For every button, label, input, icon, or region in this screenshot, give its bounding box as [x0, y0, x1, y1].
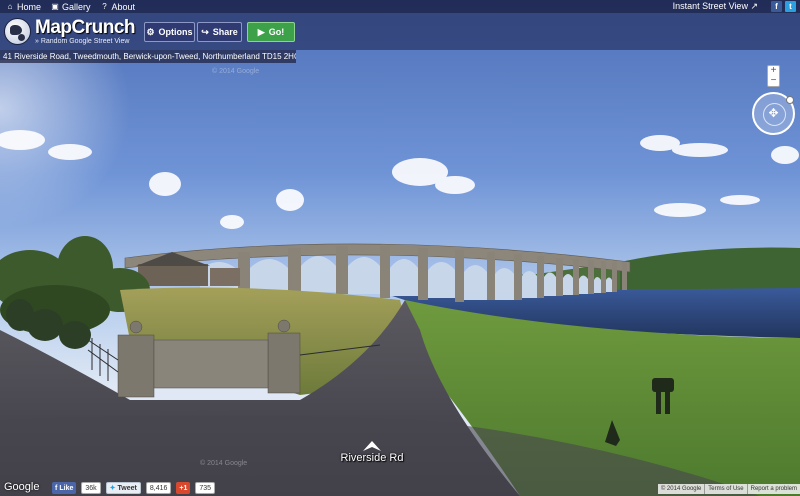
instant-street-view-link[interactable]: Instant Street View ↗ [673, 1, 758, 12]
twitter-icon[interactable]: t [785, 1, 796, 12]
mapcrunch-logo[interactable]: MapCrunch » Random Google Street View [4, 16, 136, 47]
google-plus-button[interactable]: +1 [176, 482, 191, 494]
tweet-count: 8,416 [145, 482, 172, 494]
road-label[interactable]: Riverside Rd [330, 452, 414, 464]
nav-about[interactable]: ? About [100, 1, 136, 12]
pegman-badge-icon [786, 96, 794, 104]
top-right-links: Instant Street View ↗ f t [673, 0, 796, 13]
like-count: 36k [81, 482, 101, 494]
gplus-count: 735 [195, 482, 216, 494]
help-icon: ? [102, 2, 107, 11]
social-share-row: f Like 36k ✦ Tweet 8,416 +1 735 [52, 482, 216, 494]
logo-subtitle: » Random Google Street View [35, 38, 130, 45]
gplus-label: +1 [179, 484, 188, 492]
top-nav: ⌂ Home ▣ Gallery ? About [0, 2, 135, 12]
street-view-panorama[interactable] [0, 0, 800, 496]
play-icon: ▶ [257, 26, 265, 37]
zoom-out-button[interactable]: − [771, 76, 777, 86]
options-label: Options [158, 27, 193, 37]
gears-icon: ⚙ [146, 26, 155, 37]
zoom-control: + − [767, 65, 780, 87]
external-link-icon: ↗ [750, 1, 758, 11]
panorama-image [0, 0, 800, 496]
copyright-text: © 2014 Google [660, 486, 702, 492]
share-icon: ↪ [201, 26, 209, 37]
home-icon: ⌂ [7, 2, 13, 11]
nav-gallery-label: Gallery [62, 1, 91, 12]
facebook-icon[interactable]: f [771, 1, 782, 12]
globe-icon [4, 18, 31, 45]
pan-arrows-icon[interactable]: ✥ [767, 107, 780, 120]
road-arrow-icon[interactable] [363, 441, 381, 451]
share-button[interactable]: ↪ Share [197, 22, 242, 42]
nav-home-label: Home [17, 1, 42, 12]
logo-text: MapCrunch » Random Google Street View [35, 17, 136, 45]
nav-about-label: About [111, 1, 136, 12]
nav-gallery[interactable]: ▣ Gallery [50, 1, 91, 12]
address-bar: 41 Riverside Road, Tweedmouth, Berwick-u… [0, 50, 296, 63]
go-label: Go! [268, 27, 285, 37]
legal-links: © 2014 Google Terms of Use Report a prob… [657, 484, 800, 494]
google-logo: Google [4, 481, 40, 493]
like-label: Like [59, 484, 74, 492]
options-button[interactable]: ⚙ Options [144, 22, 195, 42]
google-watermark: © 2014 Google [200, 460, 248, 467]
google-watermark: © 2014 Google [212, 68, 260, 75]
twitter-icon: ✦ [109, 485, 116, 492]
instant-street-view-label: Instant Street View [672, 1, 748, 11]
top-nav-bar: ⌂ Home ▣ Gallery ? About Instant Street … [0, 0, 800, 13]
footer-bar: Google f Like 36k ✦ Tweet 8,416 +1 735 ©… [0, 481, 800, 496]
share-label: Share [212, 27, 238, 37]
go-button[interactable]: ▶ Go! [247, 22, 295, 42]
facebook-icon: f [55, 484, 58, 492]
logo-title: MapCrunch [35, 17, 136, 38]
pan-control[interactable]: ✥ [752, 92, 795, 135]
report-problem-link[interactable]: Report a problem [746, 484, 800, 494]
tweet-label: Tweet [117, 484, 137, 492]
gallery-icon: ▣ [51, 2, 59, 11]
facebook-like-button[interactable]: f Like [52, 482, 77, 494]
terms-of-use-link[interactable]: Terms of Use [704, 484, 746, 494]
tweet-button[interactable]: ✦ Tweet [105, 482, 141, 494]
nav-home[interactable]: ⌂ Home [5, 2, 41, 12]
